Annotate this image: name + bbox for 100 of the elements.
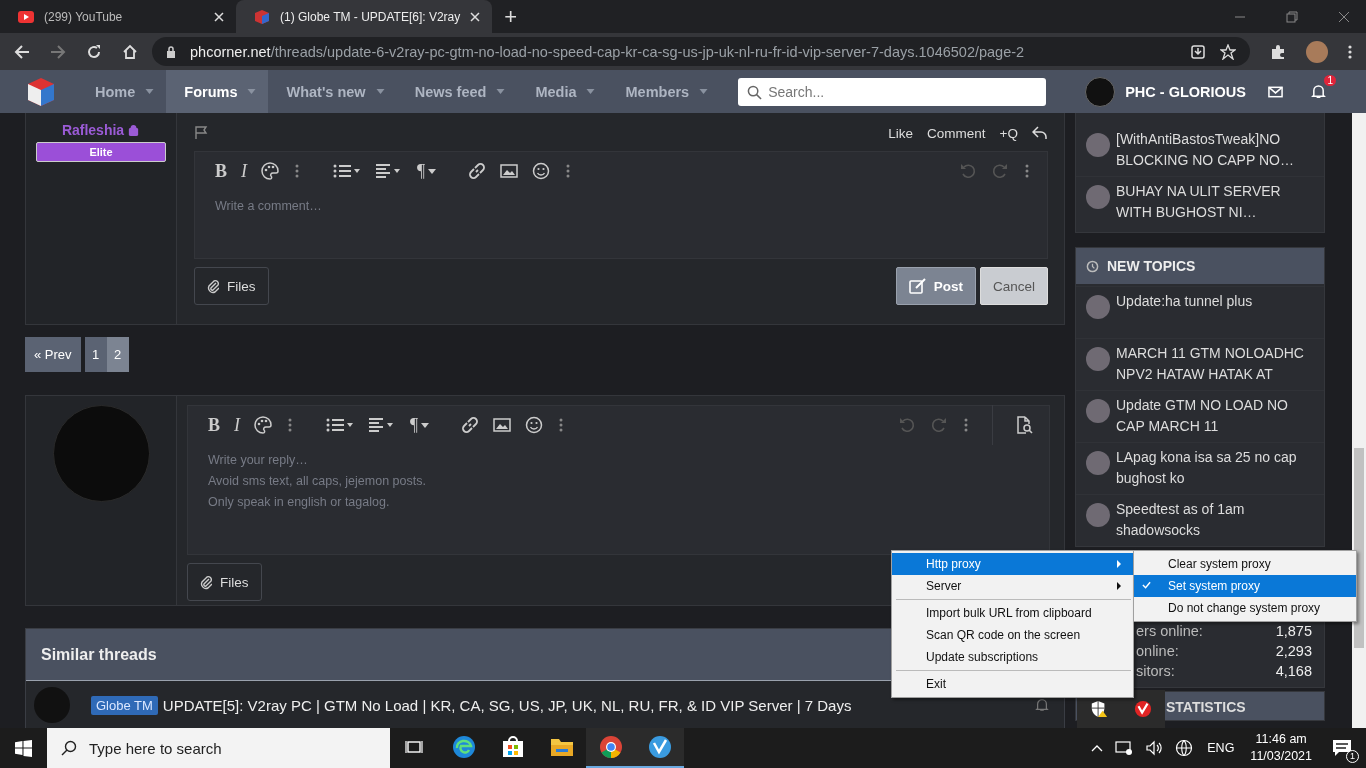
- post-button[interactable]: Post: [895, 267, 976, 305]
- thread-link[interactable]: Update GTM NO LOAD NO CAP MARCH 11: [1116, 395, 1314, 437]
- puzzle-icon[interactable]: [1270, 43, 1286, 60]
- link-icon[interactable]: [461, 416, 480, 434]
- smiley-icon[interactable]: [525, 416, 544, 434]
- browser-tab[interactable]: (1) Globe TM - UPDATE[6]: V2ray: [236, 0, 493, 33]
- menu-item[interactable]: Import bulk URL from clipboard: [892, 602, 1133, 624]
- menu-item[interactable]: Exit: [892, 673, 1133, 695]
- nav-tab[interactable]: News feed: [396, 70, 518, 113]
- comment-field[interactable]: Write a comment…: [195, 190, 1047, 258]
- prefix-tag[interactable]: Globe TM: [91, 695, 158, 715]
- page-number-button[interactable]: 2: [106, 337, 129, 372]
- language-indicator[interactable]: ENG: [1207, 741, 1235, 755]
- forward-icon[interactable]: [50, 43, 66, 60]
- nav-tab[interactable]: What's new: [268, 70, 397, 113]
- post-action-link[interactable]: Like: [888, 125, 914, 141]
- browser-tab[interactable]: (299) YouTube: [0, 0, 236, 33]
- cube-logo-icon[interactable]: [25, 75, 57, 108]
- author-name[interactable]: Rafleshia: [61, 122, 125, 138]
- user-avatar[interactable]: [1085, 76, 1116, 107]
- files-button[interactable]: Files: [187, 563, 262, 601]
- v2ray-tray-icon[interactable]: [1134, 700, 1152, 718]
- reply-field[interactable]: Write your reply… Avoid sms text, all caps, jejemon posts. Only speak in english or tagalog.: [188, 444, 1049, 554]
- comment-editor[interactable]: B I ¶ Write a comment…: [194, 151, 1048, 259]
- taskbar-app-button[interactable]: [586, 728, 635, 768]
- nav-tab[interactable]: Media: [517, 70, 608, 113]
- list-menu-icon[interactable]: [326, 417, 354, 433]
- preview-icon[interactable]: [1015, 416, 1033, 434]
- bold-button[interactable]: B: [208, 414, 220, 436]
- more-icon[interactable]: [1348, 43, 1352, 60]
- nav-tab[interactable]: Home: [77, 70, 167, 113]
- download-icon[interactable]: [1190, 43, 1206, 60]
- smiley-icon[interactable]: [532, 162, 551, 180]
- star-icon[interactable]: [1220, 43, 1236, 60]
- menu-item[interactable]: Clear system proxy: [1134, 553, 1356, 575]
- cancel-button[interactable]: Cancel: [979, 267, 1048, 305]
- chevron-up-icon[interactable]: [1091, 744, 1104, 752]
- thread-link[interactable]: [WithAntiBastosTweak]NO BLOCKING NO CAPP NO…: [1116, 129, 1314, 171]
- image-icon[interactable]: [493, 417, 512, 433]
- globe-icon[interactable]: [1175, 739, 1194, 757]
- link-icon[interactable]: [468, 162, 487, 180]
- post-action-link[interactable]: Comment: [927, 125, 986, 141]
- reload-icon[interactable]: [86, 43, 102, 60]
- bold-button[interactable]: B: [215, 160, 227, 182]
- new-tab-button[interactable]: +: [504, 3, 518, 30]
- paragraph-menu-button[interactable]: ¶: [410, 414, 430, 436]
- thread-link[interactable]: LApag kona isa sa 25 no cap bughost ko: [1116, 447, 1314, 489]
- more-icon[interactable]: [559, 417, 564, 433]
- notification-icon[interactable]: [1332, 739, 1352, 757]
- italic-button[interactable]: I: [234, 414, 240, 436]
- more-icon[interactable]: [295, 163, 299, 179]
- home-icon[interactable]: [122, 43, 138, 60]
- palette-icon[interactable]: [254, 416, 272, 434]
- reply-editor[interactable]: B I ¶ Write your reply… Avoid sms text, all caps, jejemon posts. Only speak in english or tagalog.: [187, 405, 1050, 555]
- align-menu-icon[interactable]: [375, 163, 403, 179]
- nav-tab[interactable]: Forums: [166, 70, 269, 113]
- shield-warning-icon[interactable]: [1090, 700, 1108, 718]
- menu-item[interactable]: Scan QR code on the screen: [892, 624, 1133, 646]
- taskbar-app-button[interactable]: [635, 728, 684, 768]
- align-menu-icon[interactable]: [368, 417, 396, 433]
- windows-start-icon[interactable]: [15, 739, 32, 757]
- menu-item[interactable]: Do not change system proxy: [1134, 597, 1356, 619]
- network-icon[interactable]: [1115, 740, 1134, 756]
- post-action-link[interactable]: +Q: [999, 125, 1018, 141]
- flag-icon[interactable]: [194, 126, 208, 140]
- paragraph-menu-button[interactable]: ¶: [417, 160, 437, 182]
- thread-link[interactable]: MARCH 11 GTM NOLOADHC NPV2 HATAW HATAK AT: [1116, 343, 1314, 385]
- profile-avatar[interactable]: [1306, 40, 1328, 63]
- mail-icon[interactable]: [1268, 85, 1283, 98]
- list-menu-icon[interactable]: [333, 163, 361, 179]
- files-button[interactable]: Files: [194, 267, 269, 305]
- menu-item[interactable]: Server: [892, 575, 1133, 597]
- bell-icon[interactable]: [1035, 698, 1049, 712]
- scrollbar[interactable]: [1352, 113, 1366, 728]
- thread-link[interactable]: BUHAY NA ULIT SERVER WITH BUGHOST NI…: [1116, 181, 1314, 223]
- image-icon[interactable]: [500, 163, 519, 179]
- menu-item[interactable]: Update subscriptions: [892, 646, 1133, 668]
- page-number-button[interactable]: 1: [84, 337, 107, 372]
- palette-icon[interactable]: [261, 162, 279, 180]
- menu-item[interactable]: Set system proxy: [1134, 575, 1356, 597]
- menu-item[interactable]: Http proxy: [892, 553, 1133, 575]
- back-icon[interactable]: [14, 43, 30, 60]
- more-icon[interactable]: [1025, 163, 1029, 179]
- search-field[interactable]: Search...: [738, 77, 1047, 106]
- restore-icon[interactable]: [1286, 10, 1298, 23]
- clock[interactable]: 11:46 am 11/03/2021: [1250, 731, 1312, 765]
- taskbar-search-field[interactable]: Type here to search: [47, 728, 390, 768]
- thread-link[interactable]: Update:ha tunnel plus: [1116, 291, 1253, 333]
- italic-button[interactable]: I: [241, 160, 247, 182]
- prev-page-button[interactable]: « Prev: [25, 337, 81, 372]
- more-icon[interactable]: [964, 417, 968, 433]
- more-icon[interactable]: [566, 163, 571, 179]
- address-bar[interactable]: phcorner.net/threads/update-6-v2ray-pc-gtm-no-load-no-speed-cap-kr-ca-sg-us-jp-uk-nl-ru-fr-id-vip-server-7-days.1046502/page-2: [152, 37, 1250, 66]
- reply-arrow-icon[interactable]: [1032, 126, 1048, 140]
- nav-tab[interactable]: Members: [607, 70, 721, 113]
- user-name[interactable]: PHC - GLORIOUS: [1125, 83, 1246, 100]
- thread-title-link[interactable]: UPDATE[5]: V2ray PC | GTM No Load | KR, CA, SG, US, JP, UK, NL, RU, FR, & ID VIP Server | 7 Days: [162, 696, 852, 714]
- more-icon[interactable]: [288, 417, 292, 433]
- thread-link[interactable]: Speedtest as of 1am shadowsocks: [1116, 499, 1314, 541]
- volume-icon[interactable]: [1145, 740, 1164, 756]
